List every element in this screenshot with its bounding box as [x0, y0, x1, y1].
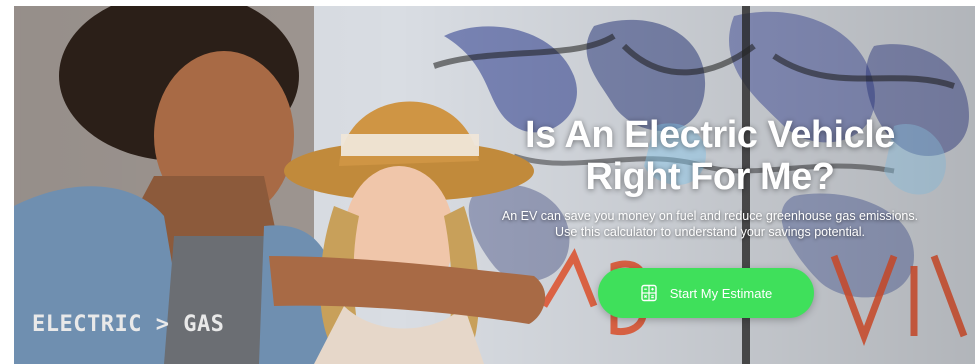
start-estimate-button[interactable]: Start My Estimate: [598, 268, 814, 318]
hero-headline-line-1: Is An Electric Vehicle: [525, 114, 895, 156]
hero-subtext-line-1: An EV can save you money on fuel and red…: [501, 209, 919, 223]
calculator-icon: [640, 284, 658, 302]
start-estimate-label: Start My Estimate: [669, 285, 773, 301]
hero-subtext-line-2: Use this calculator to understand your s…: [555, 225, 865, 239]
shirt-print-text: ELECTRIC > GAS: [32, 312, 225, 337]
hero-headline-line-2: Right For Me?: [585, 156, 835, 198]
hero-banner: ELECTRIC > GAS Is An Electric Vehicle Ri…: [14, 6, 975, 364]
page-frame: ELECTRIC > GAS Is An Electric Vehicle Ri…: [0, 0, 975, 364]
hero-content: Is An Electric Vehicle Right For Me? An …: [470, 114, 950, 240]
hero-subtext: An EV can save you money on fuel and red…: [470, 208, 950, 240]
hero-headline: Is An Electric Vehicle Right For Me?: [470, 114, 950, 198]
